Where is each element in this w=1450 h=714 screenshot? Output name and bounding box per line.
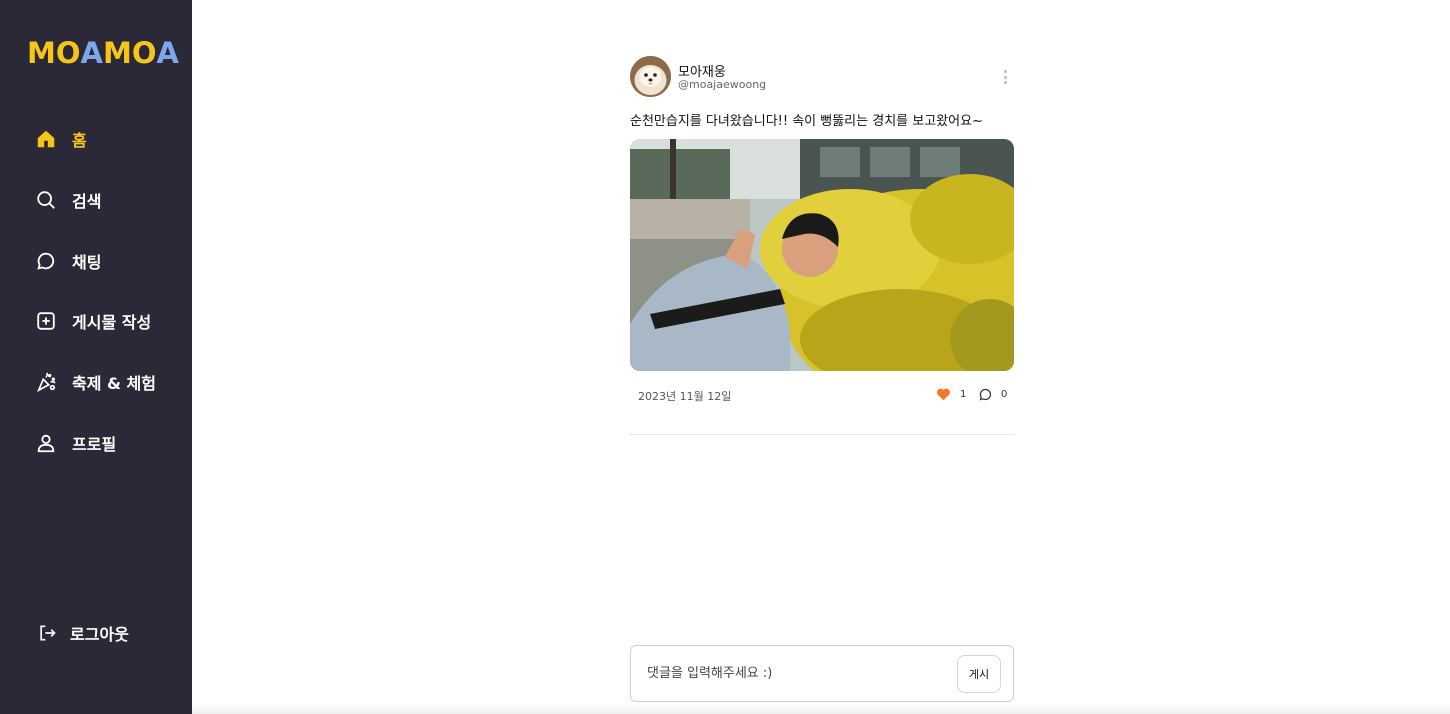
home-icon	[34, 127, 58, 151]
like-button[interactable]: 1	[936, 387, 966, 401]
comment-input[interactable]	[647, 658, 947, 688]
post-meta: 2023년 11월 12일 1 0	[630, 386, 1014, 406]
more-dot	[1003, 70, 1007, 73]
user-icon	[34, 431, 58, 455]
sidebar-item-search[interactable]: 검색	[34, 185, 184, 215]
post-image[interactable]	[630, 139, 1014, 371]
sidebar: MOAMOA 홈 검색 채팅 게시물 작성 축제 & 체험 프로필 로그아웃	[0, 0, 192, 714]
logo-part: A	[80, 36, 103, 70]
sidebar-item-profile[interactable]: 프로필	[34, 428, 184, 458]
sidebar-item-create-post[interactable]: 게시물 작성	[34, 306, 184, 336]
more-options-button[interactable]	[1000, 68, 1010, 86]
logout-button[interactable]: 로그아웃	[36, 618, 129, 648]
post-text: 순천만습지를 다녀왔습니다!! 속이 뻥뚫리는 경치를 보고왔어요~	[630, 114, 983, 129]
more-dot	[1003, 75, 1007, 79]
bottom-shadow	[192, 704, 1450, 714]
sidebar-item-label: 채팅	[72, 253, 102, 272]
logo-part: A	[156, 36, 179, 70]
logo-part: MO	[102, 36, 157, 70]
chat-icon	[34, 249, 58, 273]
post-header: 모아재웅 @moajaewoong	[630, 56, 1014, 98]
post-date: 2023년 11월 12일	[638, 390, 732, 403]
search-icon	[34, 188, 58, 212]
comment-icon	[979, 388, 992, 401]
like-count: 1	[960, 388, 967, 400]
sidebar-item-label: 축제 & 체험	[72, 374, 156, 393]
avatar[interactable]	[630, 56, 671, 97]
sidebar-item-home[interactable]: 홈	[34, 124, 184, 154]
sidebar-item-chat[interactable]: 채팅	[34, 246, 184, 276]
app-logo[interactable]: MOAMOA	[27, 38, 179, 68]
comment-form: 게시	[630, 645, 1014, 702]
festival-icon	[34, 370, 58, 394]
sidebar-item-label: 프로필	[72, 435, 117, 454]
sidebar-item-label: 게시물 작성	[72, 313, 152, 332]
heart-icon	[937, 388, 950, 401]
logout-label: 로그아웃	[70, 625, 129, 644]
comment-count: 0	[1001, 389, 1008, 400]
more-dot	[1003, 81, 1007, 84]
submit-comment-button[interactable]: 게시	[957, 655, 1001, 693]
post-card: 모아재웅 @moajaewoong 순천만습지를 다녀왔습니다!! 속이 뻥뚫리…	[630, 56, 1014, 435]
logout-icon	[36, 622, 58, 644]
divider	[630, 434, 1014, 435]
comment-button[interactable]: 0	[978, 387, 1007, 402]
sidebar-item-festival[interactable]: 축제 & 체험	[34, 367, 184, 397]
author-handle: @moajaewoong	[678, 78, 767, 91]
sidebar-item-label: 홈	[72, 131, 87, 150]
plus-square-icon	[34, 309, 58, 333]
sidebar-item-label: 검색	[72, 192, 102, 211]
logo-part: MO	[27, 36, 81, 70]
